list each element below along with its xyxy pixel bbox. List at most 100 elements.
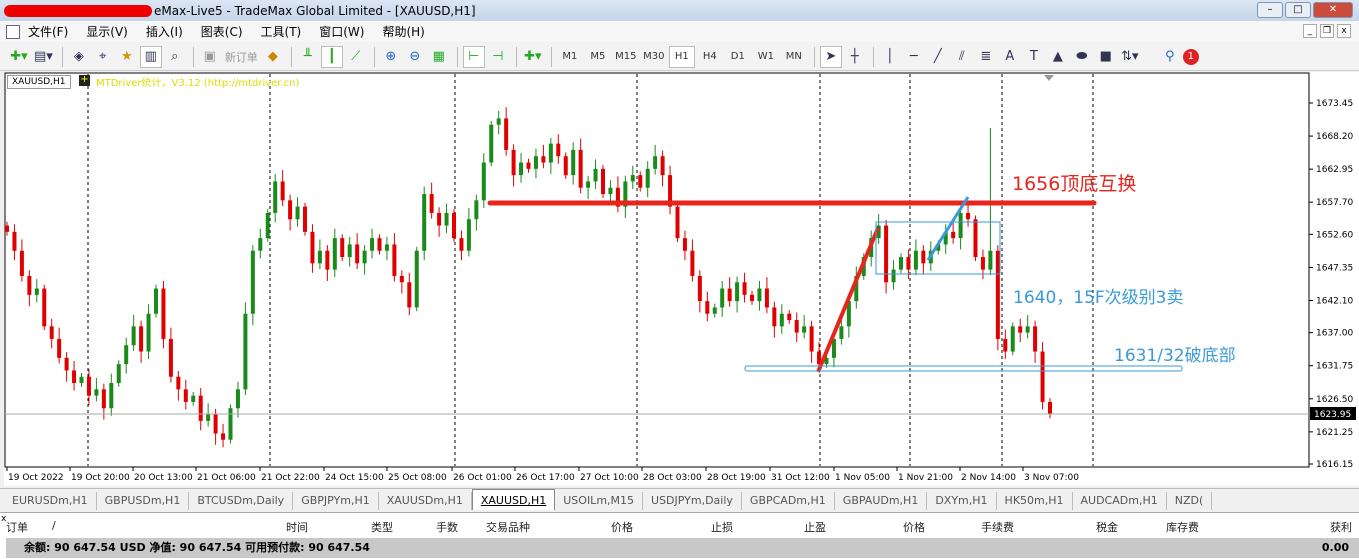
chart-tab[interactable]: DXYm,H1 xyxy=(927,492,997,510)
chart-tab[interactable]: GBPJPYm,H1 xyxy=(293,492,379,510)
menu-tools[interactable]: 工具(T) xyxy=(261,23,302,40)
trendline-icon[interactable]: ╱ xyxy=(927,46,949,68)
chart-tab[interactable]: NZD( xyxy=(1167,492,1213,510)
text-label-icon[interactable]: T xyxy=(1023,46,1045,68)
horizontal-line-icon[interactable]: ─ xyxy=(903,46,925,68)
close-button[interactable]: ✕ xyxy=(1313,2,1353,18)
chart-tab[interactable]: AUDCADm,H1 xyxy=(1073,492,1167,510)
menu-insert[interactable]: 插入(I) xyxy=(146,23,183,40)
chart-tab[interactable]: XAUUSDm,H1 xyxy=(379,492,472,510)
column-header[interactable]: 止损 xyxy=(711,519,733,535)
candle-body xyxy=(429,194,434,213)
chart-tab[interactable]: USDJPYm,Daily xyxy=(643,492,742,510)
title-bar: eMax-Live5 - TradeMax Global Limited - [… xyxy=(0,0,1359,21)
chart-tab[interactable]: GBPUSDm,H1 xyxy=(97,492,190,510)
column-header[interactable]: 类型 xyxy=(371,519,393,535)
timeframe-h1[interactable]: H1 xyxy=(668,45,695,68)
candle-body xyxy=(1018,326,1023,333)
mdi-minimize-button[interactable]: _ xyxy=(1303,24,1317,38)
chart-tab[interactable]: USOILm,M15 xyxy=(555,492,644,510)
minimize-button[interactable]: – xyxy=(1257,2,1283,18)
candle-body xyxy=(794,320,799,333)
column-header[interactable]: 价格 xyxy=(611,519,633,535)
candle xyxy=(42,284,47,331)
column-header[interactable]: 价格 xyxy=(903,519,925,535)
auto-scroll-icon[interactable]: ⊢ xyxy=(462,45,485,68)
ellipse-icon[interactable]: ⬬ xyxy=(1071,46,1093,68)
chart-tab[interactable]: GBPAUDm,H1 xyxy=(835,492,928,510)
candle-body xyxy=(608,187,613,195)
candle-body xyxy=(340,238,345,258)
app-icon[interactable] xyxy=(6,24,20,39)
profiles-icon[interactable]: ▤▾ xyxy=(32,46,55,68)
column-header[interactable]: 手续费 xyxy=(981,519,1014,535)
arrows-icon[interactable]: ⇅▾ xyxy=(1119,46,1141,68)
text-icon[interactable]: A xyxy=(999,46,1021,68)
menu-help[interactable]: 帮助(H) xyxy=(382,23,424,40)
candlestick-icon[interactable]: ┃ xyxy=(320,45,343,68)
channel-icon[interactable]: ⫽ xyxy=(951,46,973,68)
chart-tab[interactable]: BTCUSDm,Daily xyxy=(189,492,294,510)
column-header[interactable]: / xyxy=(52,519,56,532)
candle xyxy=(116,360,121,387)
column-header[interactable]: 税金 xyxy=(1096,519,1118,535)
price-chart[interactable]: 1673.45 1668.20 1662.95 1657.70 1652.60 1647.… xyxy=(4,72,1359,486)
tile-windows-icon[interactable]: ▦ xyxy=(428,46,450,68)
menu-file[interactable]: 文件(F) xyxy=(28,23,68,40)
zoom-in-icon[interactable]: ⊕ xyxy=(380,46,402,68)
indicator-toggle-icon[interactable]: + xyxy=(79,75,90,86)
notification-badge[interactable]: 1 xyxy=(1182,48,1199,65)
new-order-icon[interactable]: ▣ xyxy=(199,46,221,68)
mdi-close-button[interactable]: x xyxy=(1337,24,1351,38)
column-header[interactable]: 获利 xyxy=(1330,519,1352,535)
fibonacci-icon[interactable]: ≣ xyxy=(975,46,997,68)
chart-tab[interactable]: HK50m,H1 xyxy=(997,492,1073,510)
navigator-icon[interactable]: ★ xyxy=(116,46,138,68)
candle-body xyxy=(250,250,255,314)
candle-body xyxy=(273,181,278,213)
timeframe-m5[interactable]: M5 xyxy=(585,46,611,68)
column-header[interactable]: 交易品种 xyxy=(486,519,530,535)
search-icon[interactable]: ⚲ xyxy=(1159,46,1181,68)
timeframe-m1[interactable]: M1 xyxy=(557,46,583,68)
zoom-out-icon[interactable]: ⊖ xyxy=(404,46,426,68)
terminal-icon[interactable]: ▥ xyxy=(139,45,162,68)
indicators-icon[interactable]: ✚▾ xyxy=(522,46,544,68)
candle xyxy=(414,246,419,312)
timeframe-m30[interactable]: M30 xyxy=(641,46,667,68)
column-header[interactable]: 订单 xyxy=(6,519,28,535)
timeframe-m15[interactable]: M15 xyxy=(613,46,639,68)
line-chart-icon[interactable]: ⟋ xyxy=(345,46,367,68)
chart-tab[interactable]: GBPCADm,H1 xyxy=(742,492,835,510)
strategy-tester-icon[interactable]: ⌕ xyxy=(164,46,186,68)
column-header[interactable]: 止盈 xyxy=(804,519,826,535)
menu-charts[interactable]: 图表(C) xyxy=(201,23,243,40)
mdi-restore-button[interactable]: ❐ xyxy=(1320,24,1334,38)
chart-shift-icon[interactable]: ⊣ xyxy=(487,46,509,68)
bar-chart-icon[interactable]: ╨ xyxy=(297,46,319,68)
column-header[interactable]: 手数 xyxy=(436,519,458,535)
candle xyxy=(422,186,427,261)
chart-tab[interactable]: EURUSDm,H1 xyxy=(4,492,97,510)
rectangle-icon[interactable]: ■ xyxy=(1095,46,1117,68)
maximize-button[interactable]: □ xyxy=(1285,2,1311,18)
triangle-icon[interactable]: ▲ xyxy=(1047,46,1069,68)
column-header[interactable]: 库存费 xyxy=(1166,519,1199,535)
data-window-icon[interactable]: ⌖ xyxy=(92,46,114,68)
crosshair-icon[interactable]: ┼ xyxy=(844,46,866,68)
new-chart-icon[interactable]: ✚▾ xyxy=(8,46,30,68)
timeframe-mn[interactable]: MN xyxy=(781,46,807,68)
autotrading-icon[interactable]: ◆ xyxy=(262,46,284,68)
column-header[interactable]: 时间 xyxy=(286,519,308,535)
menu-view[interactable]: 显示(V) xyxy=(86,23,128,40)
vertical-line-icon[interactable]: │ xyxy=(879,46,901,68)
timeframe-w1[interactable]: W1 xyxy=(753,46,779,68)
market-watch-icon[interactable]: ◈ xyxy=(68,46,90,68)
chart-tab-active[interactable]: XAUUSD,H1 xyxy=(471,489,556,510)
cursor-icon[interactable]: ➤ xyxy=(819,45,842,68)
timeframe-d1[interactable]: D1 xyxy=(725,46,751,68)
chart-window[interactable]: 1673.45 1668.20 1662.95 1657.70 1652.60 1647.… xyxy=(4,72,1359,486)
menu-window[interactable]: 窗口(W) xyxy=(319,23,364,40)
new-order-button[interactable]: 新订单 xyxy=(223,46,260,68)
timeframe-h4[interactable]: H4 xyxy=(697,46,723,68)
